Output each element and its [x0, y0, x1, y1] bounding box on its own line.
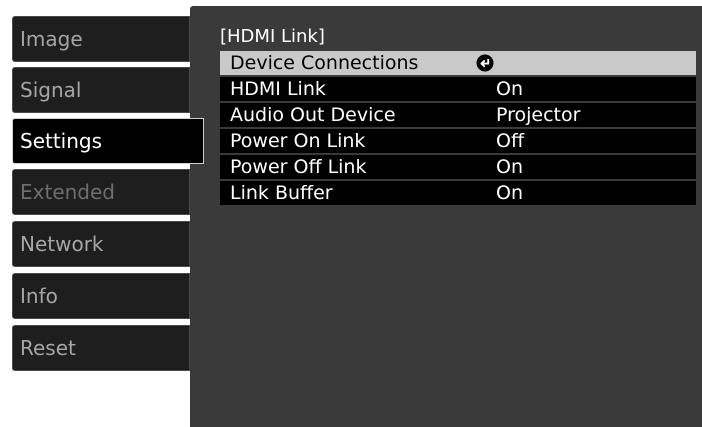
- hdmi-link-menu: Device Connections HDMI Link On Audio Ou…: [220, 51, 696, 207]
- sidebar-item-label: Image: [20, 27, 83, 51]
- menu-item-value: On: [496, 182, 523, 204]
- sidebar-item-label: Network: [20, 232, 104, 256]
- menu-item-power-off-link[interactable]: Power Off Link On: [220, 155, 696, 179]
- menu-item-value: On: [496, 156, 523, 178]
- menu-item-label: Audio Out Device: [230, 104, 396, 126]
- menu-item-value: On: [496, 78, 523, 100]
- menu-item-label: HDMI Link: [230, 78, 326, 100]
- sidebar-item-label: Settings: [20, 129, 103, 153]
- menu-item-device-connections[interactable]: Device Connections: [220, 51, 696, 75]
- menu-item-power-on-link[interactable]: Power On Link Off: [220, 129, 696, 153]
- menu-item-value: Off: [496, 130, 525, 152]
- sidebar-item-settings[interactable]: Settings: [12, 118, 204, 164]
- panel-title: [HDMI Link]: [220, 26, 325, 47]
- menu-item-label: Power On Link: [230, 130, 366, 152]
- sidebar-item-reset[interactable]: Reset: [12, 325, 190, 371]
- menu-item-label: Device Connections: [230, 52, 419, 74]
- menu-item-value: Projector: [496, 104, 581, 126]
- sidebar-item-network[interactable]: Network: [12, 221, 190, 267]
- menu-item-link-buffer[interactable]: Link Buffer On: [220, 181, 696, 205]
- menu-item-hdmi-link[interactable]: HDMI Link On: [220, 77, 696, 101]
- sidebar-item-signal[interactable]: Signal: [12, 67, 190, 113]
- sidebar-item-label: Signal: [20, 78, 82, 102]
- enter-icon: [476, 54, 494, 72]
- menu-item-audio-out-device[interactable]: Audio Out Device Projector: [220, 103, 696, 127]
- sidebar-item-label: Extended: [20, 180, 115, 204]
- menu-item-label: Link Buffer: [230, 182, 333, 204]
- sidebar-item-label: Reset: [20, 336, 76, 360]
- sidebar-item-extended[interactable]: Extended: [12, 169, 190, 215]
- sidebar-item-info[interactable]: Info: [12, 273, 190, 319]
- sidebar-item-image[interactable]: Image: [12, 16, 190, 62]
- menu-item-label: Power Off Link: [230, 156, 367, 178]
- sidebar-item-label: Info: [20, 284, 58, 308]
